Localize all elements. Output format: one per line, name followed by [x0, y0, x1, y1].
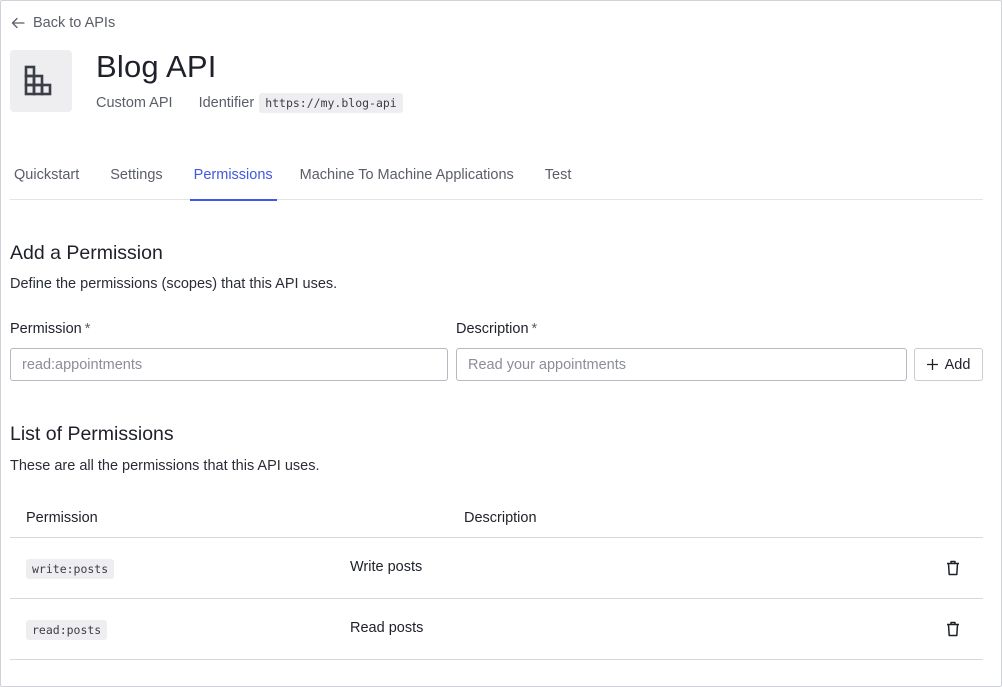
description-label-text: Description	[456, 321, 529, 337]
plus-icon	[927, 359, 938, 370]
add-permission-title: Add a Permission	[10, 242, 163, 265]
delete-permission-button[interactable]	[943, 558, 963, 578]
tab-settings[interactable]: Settings	[106, 161, 166, 200]
required-mark: *	[532, 321, 538, 337]
permission-description: Write posts	[350, 559, 422, 575]
api-type: Custom API	[96, 95, 173, 111]
tab-bar: Quickstart Settings Permissions Machine …	[10, 161, 983, 200]
column-header-description: Description	[464, 510, 537, 526]
permission-scope: read:posts	[26, 620, 107, 640]
identifier-value: https://my.blog-api	[259, 93, 403, 113]
api-meta: Custom API Identifier https://my.blog-ap…	[96, 93, 403, 113]
permission-label-text: Permission	[10, 321, 82, 337]
permission-description: Read posts	[350, 620, 423, 636]
back-to-apis-link[interactable]: Back to APIs	[11, 13, 115, 33]
description-input[interactable]	[456, 348, 907, 381]
permissions-table-header: Permission Description	[10, 501, 983, 538]
permission-field-label: Permission*	[10, 321, 90, 337]
tab-test[interactable]: Test	[541, 161, 576, 200]
tab-quickstart[interactable]: Quickstart	[10, 161, 83, 200]
api-detail-page: Back to APIs Blog API Custom API Identif…	[0, 0, 1002, 687]
table-row: write:posts Write posts	[10, 538, 983, 599]
description-field-label: Description*	[456, 321, 537, 337]
add-permission-button[interactable]: Add	[914, 348, 983, 381]
permission-scope: write:posts	[26, 559, 114, 579]
trash-icon	[946, 560, 960, 576]
back-link-label: Back to APIs	[33, 15, 115, 31]
delete-permission-button[interactable]	[943, 619, 963, 639]
tab-permissions[interactable]: Permissions	[190, 161, 277, 200]
list-permissions-title: List of Permissions	[10, 423, 174, 446]
permission-input[interactable]	[10, 348, 448, 381]
trash-icon	[946, 621, 960, 637]
add-permission-description: Define the permissions (scopes) that thi…	[10, 276, 337, 292]
api-title: Blog API	[96, 49, 217, 85]
table-row: read:posts Read posts	[10, 599, 983, 660]
required-mark: *	[85, 321, 91, 337]
identifier-label: Identifier	[199, 95, 255, 111]
api-avatar	[10, 50, 72, 112]
add-button-label: Add	[945, 357, 971, 373]
arrow-left-icon	[11, 16, 25, 30]
list-permissions-description: These are all the permissions that this …	[10, 458, 319, 474]
building-blocks-icon	[24, 64, 58, 98]
column-header-permission: Permission	[26, 510, 98, 526]
tab-machine-to-machine-applications[interactable]: Machine To Machine Applications	[296, 161, 518, 200]
